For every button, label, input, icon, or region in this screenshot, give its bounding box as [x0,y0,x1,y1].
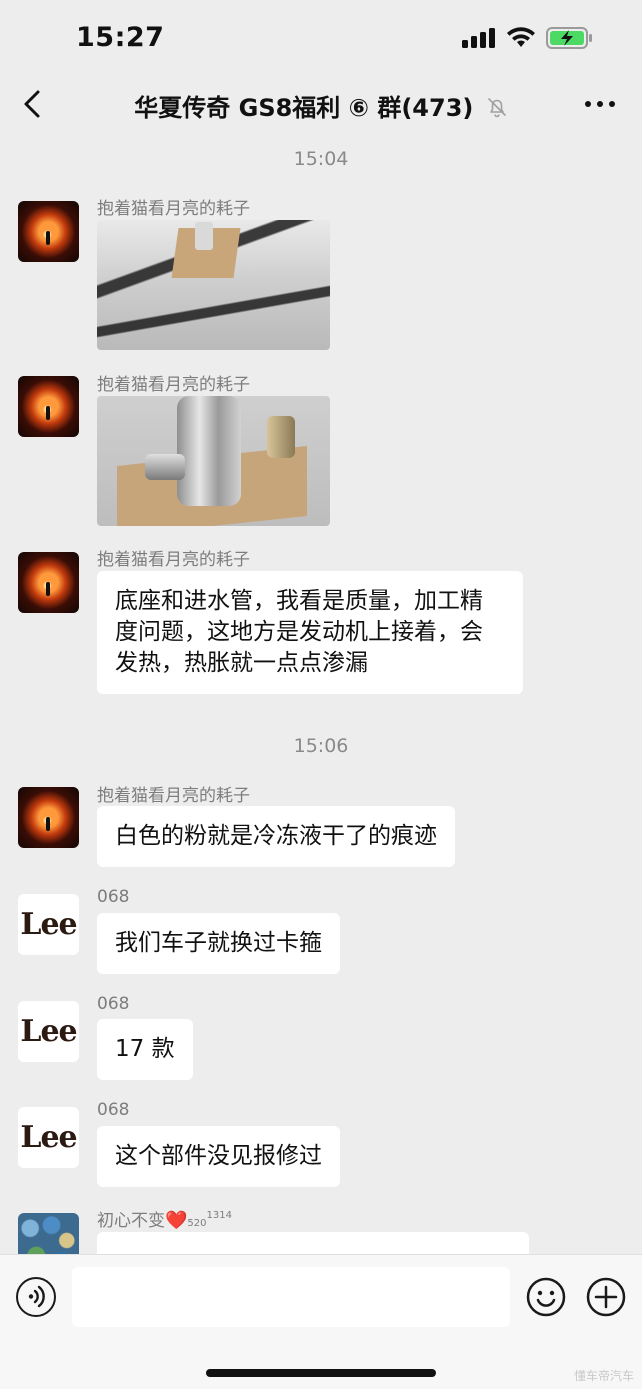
avatar[interactable] [18,787,79,848]
chat-title-text: 华夏传奇 GS8福利 ⑥ 群(473) [134,94,474,122]
status-bar: 15:27 [0,0,642,76]
heart-icon: ❤️ [165,1210,188,1231]
avatar[interactable]: Lee [18,894,79,955]
wifi-icon [507,27,535,47]
emoji-icon[interactable] [526,1277,566,1317]
chat-title: 华夏传奇 GS8福利 ⑥ 群(473) [0,88,642,123]
avatar-logo-text: Lee [20,1120,77,1155]
input-bar: 懂车帝汽车 [0,1254,642,1389]
message-input[interactable] [72,1267,510,1327]
voice-icon[interactable] [16,1277,56,1317]
message-bubble[interactable]: 这个部件没见报修过 [97,1126,340,1187]
sender-name: 068 [97,887,130,907]
message-bubble[interactable]: 我们车子就换过卡箍 [97,913,340,974]
message-bubble[interactable]: 白色的粉就是冷冻液干了的痕迹 [97,806,455,867]
message-image[interactable] [97,396,330,526]
sender-name: 抱着猫看月亮的耗子 [97,199,250,219]
avatar-logo-text: Lee [20,1014,77,1049]
message-image[interactable] [97,220,330,350]
sender-name: 抱着猫看月亮的耗子 [97,375,250,395]
message-bubble[interactable]: 底座和进水管，我看是质量，加工精度问题，这地方是发动机上接着，会发热，热胀就一点… [97,571,523,694]
sender-name-text: 初心不变 [97,1211,165,1231]
more-dots-icon[interactable] [582,90,618,118]
status-time: 15:27 [76,22,165,53]
plus-circle-icon[interactable] [586,1277,626,1317]
battery-charging-icon [546,27,592,49]
avatar[interactable] [18,376,79,437]
time-separator: 15:06 [293,735,349,757]
signal-icon [462,28,496,48]
avatar-logo-text: Lee [20,907,77,942]
avatar[interactable] [18,201,79,262]
sender-name: 068 [97,994,130,1014]
sender-name: 抱着猫看月亮的耗子 [97,786,250,806]
sender-name: 初心不变❤️5201314 [97,1206,232,1231]
avatar[interactable] [18,552,79,613]
sender-superscript: 1314 [206,1210,232,1221]
sender-name: 068 [97,1100,130,1120]
home-indicator [206,1369,436,1377]
message-bubble[interactable]: 17 款 [97,1019,193,1080]
sender-subscript: 520 [187,1218,207,1229]
time-separator: 15:04 [293,148,349,170]
avatar[interactable]: Lee [18,1107,79,1168]
bell-slash-icon [487,98,506,118]
watermark: 懂车帝汽车 [574,1369,635,1383]
sender-name: 抱着猫看月亮的耗子 [97,550,250,570]
avatar[interactable]: Lee [18,1001,79,1062]
chat-header: 华夏传奇 GS8福利 ⑥ 群(473) [0,76,642,132]
